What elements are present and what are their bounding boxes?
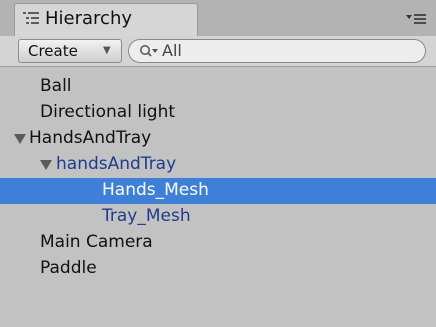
tree-item-tray-mesh[interactable]: Tray_Mesh xyxy=(0,204,436,230)
expand-arrow-icon[interactable] xyxy=(40,160,52,170)
tree-item-label: Tray_Mesh xyxy=(102,206,191,226)
tree-item-label: HandsAndTray xyxy=(29,128,152,148)
panel-bottom-edge xyxy=(0,320,436,327)
tree-item-label: Hands_Mesh xyxy=(102,180,209,200)
hierarchy-toolbar: Create ▼ All xyxy=(0,36,436,67)
tree-item-label: Ball xyxy=(40,76,72,96)
tab-menu-icon[interactable] xyxy=(405,12,427,26)
tree-item-hands-mesh[interactable]: Hands_Mesh xyxy=(0,178,436,204)
create-button-label: Create xyxy=(28,42,78,60)
chevron-down-icon: ▼ xyxy=(103,45,111,56)
hierarchy-panel: Hierarchy Create ▼ All Ball Directional … xyxy=(0,0,436,327)
create-button[interactable]: Create ▼ xyxy=(18,39,122,63)
tab-title: Hierarchy xyxy=(45,8,133,29)
tree-item-ball[interactable]: Ball xyxy=(0,74,436,100)
tab-hierarchy[interactable]: Hierarchy xyxy=(14,3,198,36)
search-icon xyxy=(140,45,158,57)
tree-item-handsandtray-child[interactable]: handsAndTray xyxy=(0,152,436,178)
hierarchy-list-icon xyxy=(23,12,39,24)
tree-item-label: Main Camera xyxy=(40,232,153,252)
tree-item-label: Directional light xyxy=(40,102,176,122)
expand-arrow-icon[interactable] xyxy=(14,134,26,144)
tree-item-directional-light[interactable]: Directional light xyxy=(0,100,436,126)
tree-item-paddle[interactable]: Paddle xyxy=(0,256,436,282)
tree-item-main-camera[interactable]: Main Camera xyxy=(0,230,436,256)
tree-item-handsandtray[interactable]: HandsAndTray xyxy=(0,126,436,152)
search-input[interactable]: All xyxy=(128,39,426,63)
search-input-value: All xyxy=(162,41,182,60)
tree-item-label: handsAndTray xyxy=(56,154,177,174)
tree-item-label: Paddle xyxy=(40,258,97,278)
tab-strip: Hierarchy xyxy=(0,0,436,37)
